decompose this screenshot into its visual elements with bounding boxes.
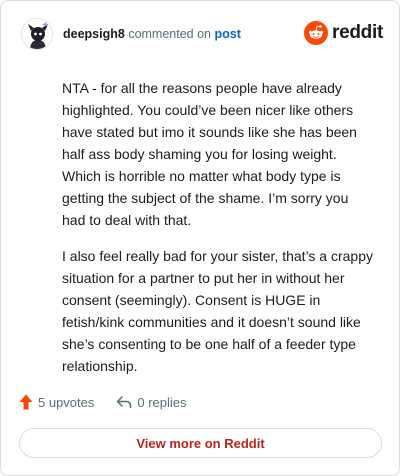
comment-meta: deepsigh8 commented on post — [63, 26, 241, 42]
comment-embed-card: deepsigh8 commented on post reddit NTA -… — [0, 0, 400, 476]
post-link[interactable]: post — [214, 27, 240, 41]
comment-paragraph: I also feel really bad for your sister, … — [62, 248, 374, 374]
upvotes-label: 5 upvotes — [38, 394, 95, 410]
reddit-snoo-icon — [304, 21, 329, 45]
replies-label: 0 replies — [137, 394, 187, 410]
snoo-avatar-icon — [22, 19, 52, 49]
comment-body: NTA - for all the reasons people have al… — [62, 77, 373, 391]
commented-on-text: commented on — [128, 27, 211, 41]
reply-arrow-icon — [117, 396, 132, 409]
comment-paragraph: NTA - for all the reasons people have al… — [62, 80, 357, 228]
upvote-arrow-icon — [19, 394, 33, 410]
view-more-button[interactable]: View more on Reddit — [19, 428, 382, 458]
replies-stat[interactable]: 0 replies — [116, 394, 187, 410]
comment-footer: 5 upvotes 0 replies — [19, 394, 187, 410]
username-link[interactable]: deepsigh8 — [63, 27, 125, 41]
reddit-wordmark: reddit — [332, 22, 383, 43]
upvotes-stat[interactable]: 5 upvotes — [19, 394, 94, 410]
reddit-logo[interactable]: reddit — [304, 21, 383, 45]
user-avatar[interactable] — [21, 18, 53, 50]
